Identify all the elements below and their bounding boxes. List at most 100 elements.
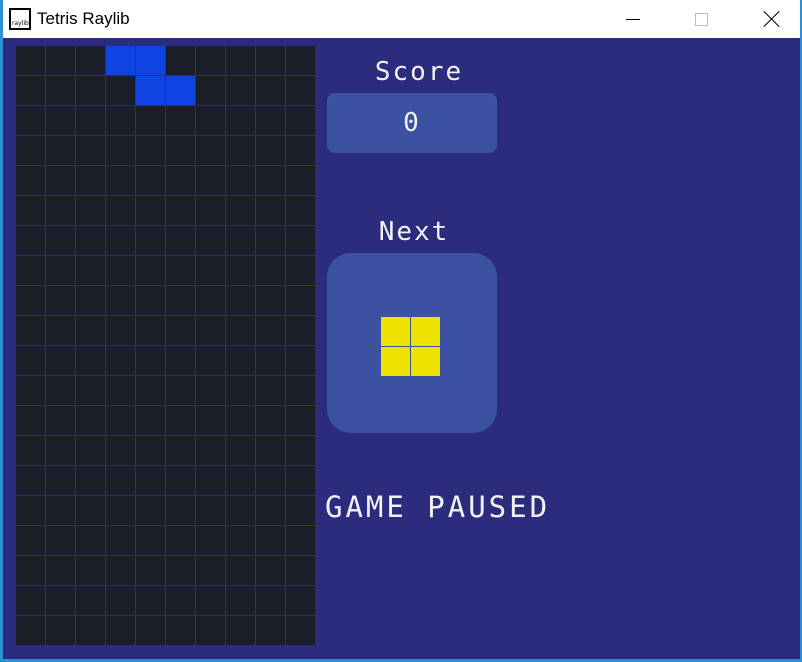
board-cell (196, 106, 225, 135)
board-cell (196, 616, 225, 645)
board-cell (286, 406, 315, 435)
board-cell (106, 586, 135, 615)
board-cell (106, 376, 135, 405)
board-cell (166, 346, 195, 375)
board-cell (166, 496, 195, 525)
board-cell (16, 316, 45, 345)
board-cell-filled (166, 76, 195, 105)
close-icon (763, 10, 781, 28)
maximize-icon (694, 12, 708, 26)
board-cell (226, 106, 255, 135)
board-cell (226, 166, 255, 195)
board-cell (16, 136, 45, 165)
board-cell (196, 406, 225, 435)
board-cell (286, 526, 315, 555)
board-cell (196, 436, 225, 465)
board-cell (226, 346, 255, 375)
board-cell (196, 466, 225, 495)
board-cell (226, 256, 255, 285)
board-cell (196, 316, 225, 345)
board-cell (46, 76, 75, 105)
board-cell (136, 196, 165, 225)
board-cell (256, 256, 285, 285)
board-cell (286, 76, 315, 105)
next-label: Next (378, 217, 450, 247)
board-cell (256, 136, 285, 165)
board-cell (76, 346, 105, 375)
board-cell (286, 376, 315, 405)
board-cell (226, 586, 255, 615)
board-cell (16, 166, 45, 195)
board-cell (196, 46, 225, 75)
board-cell (256, 316, 285, 345)
board-cell (286, 46, 315, 75)
next-piece-cell (381, 347, 410, 376)
board-cell (16, 346, 45, 375)
board-cell (256, 346, 285, 375)
board-cell (286, 436, 315, 465)
next-piece-cell (381, 317, 410, 346)
board-cell (76, 136, 105, 165)
board-cell (76, 46, 105, 75)
board-cell (226, 376, 255, 405)
board-cell (46, 106, 75, 135)
board-cell (106, 196, 135, 225)
board-cell (166, 526, 195, 555)
board-cell (196, 196, 225, 225)
maximize-button[interactable] (678, 0, 724, 38)
board-cell (286, 226, 315, 255)
board-cell (136, 586, 165, 615)
board-cell (46, 46, 75, 75)
board-cell (226, 76, 255, 105)
board-cell (256, 586, 285, 615)
board-cell (196, 526, 225, 555)
board-cell (226, 286, 255, 315)
board-cell (46, 346, 75, 375)
board-cell (46, 406, 75, 435)
board-cell-filled (136, 46, 165, 75)
board-cell (136, 406, 165, 435)
board-cell (166, 196, 195, 225)
board-cell (286, 196, 315, 225)
board-cell (106, 406, 135, 435)
board-cell (286, 466, 315, 495)
board-cell (46, 496, 75, 525)
board-cell (196, 166, 225, 195)
board-cell (166, 316, 195, 345)
board-cell (106, 106, 135, 135)
board-cell (106, 526, 135, 555)
board-cell (16, 226, 45, 255)
board-cell-filled (106, 46, 135, 75)
app-icon-text: raylib (12, 20, 29, 27)
board-cell (76, 586, 105, 615)
board-cell (136, 316, 165, 345)
board-cell (106, 346, 135, 375)
board-cell (196, 226, 225, 255)
board-cell (76, 76, 105, 105)
board-cell (106, 136, 135, 165)
board-cell (16, 436, 45, 465)
board-cell (46, 196, 75, 225)
board-cell (286, 256, 315, 285)
board-cell (106, 496, 135, 525)
board-cell (226, 406, 255, 435)
board-cell (76, 406, 105, 435)
board-cell (16, 76, 45, 105)
board-cell (196, 256, 225, 285)
board-cell (136, 136, 165, 165)
board-cell (16, 466, 45, 495)
board-cell (46, 256, 75, 285)
board-cell (46, 376, 75, 405)
board-cell (256, 556, 285, 585)
board-cell (256, 46, 285, 75)
board-cell (46, 136, 75, 165)
board-cell (226, 436, 255, 465)
title-bar[interactable]: raylib Tetris Raylib (3, 0, 800, 38)
board-cell (136, 226, 165, 255)
minimize-button[interactable] (610, 0, 656, 38)
close-button[interactable] (749, 0, 795, 38)
board-cell (196, 76, 225, 105)
board-cell (76, 496, 105, 525)
board-cell (286, 556, 315, 585)
board-cell (226, 556, 255, 585)
